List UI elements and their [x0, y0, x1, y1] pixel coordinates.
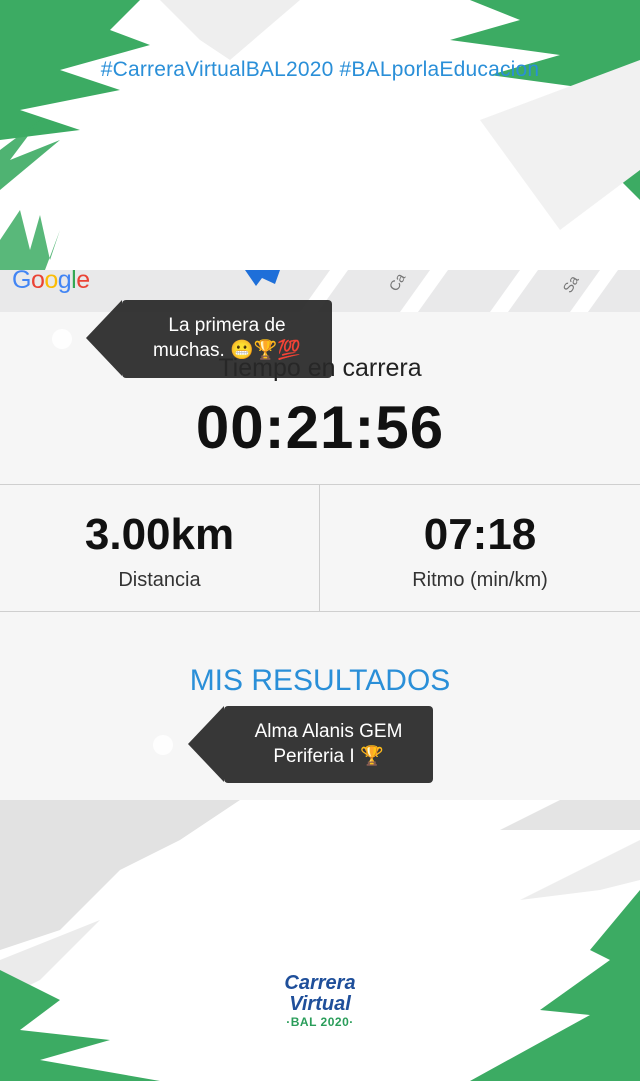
caption-text: Alma Alanis GEM	[254, 721, 403, 742]
top-banner: #CarreraVirtualBAL2020 #BALporlaEducacio…	[0, 0, 640, 270]
distance-value: 3.00km	[84, 510, 235, 559]
my-results-link[interactable]: MIS RESULTADOS	[0, 664, 640, 698]
pace-label: Ritmo (min/km)	[412, 569, 548, 591]
time-value: 00:21:56	[195, 394, 445, 461]
divider	[0, 484, 640, 485]
distance-label: Distancia	[118, 569, 201, 591]
caption-bubble[interactable]: La primera de muchas. 😬🏆💯	[122, 300, 332, 378]
caption-pointer	[86, 300, 122, 376]
bottom-banner	[0, 800, 640, 1081]
caption-bubble[interactable]: Alma Alanis GEM Periferia I 🏆	[224, 706, 433, 783]
logo-line: Virtual	[289, 993, 351, 1015]
caption-dot	[52, 329, 72, 349]
divider	[0, 611, 640, 612]
waze-marker-icon	[245, 270, 280, 286]
caption-dot	[153, 735, 173, 755]
logo-line: Carrera	[284, 972, 356, 994]
hashtags-text: #CarreraVirtualBAL2020 #BALporlaEducacio…	[100, 58, 540, 81]
brush-decoration-bottom	[0, 800, 640, 1081]
carrera-virtual-logo: Carrera Virtual ·BAL 2020·	[270, 972, 370, 1030]
logo-line: ·BAL 2020·	[286, 1015, 354, 1029]
pace-value: 07:18	[423, 510, 537, 559]
google-logo: Google	[12, 266, 90, 294]
caption-text: La primera de	[168, 315, 286, 336]
brush-decoration-top	[0, 0, 640, 270]
caption-text: muchas. 😬🏆💯	[152, 340, 302, 361]
caption-text: Periferia I 🏆	[273, 746, 384, 767]
caption-pointer	[188, 706, 224, 782]
